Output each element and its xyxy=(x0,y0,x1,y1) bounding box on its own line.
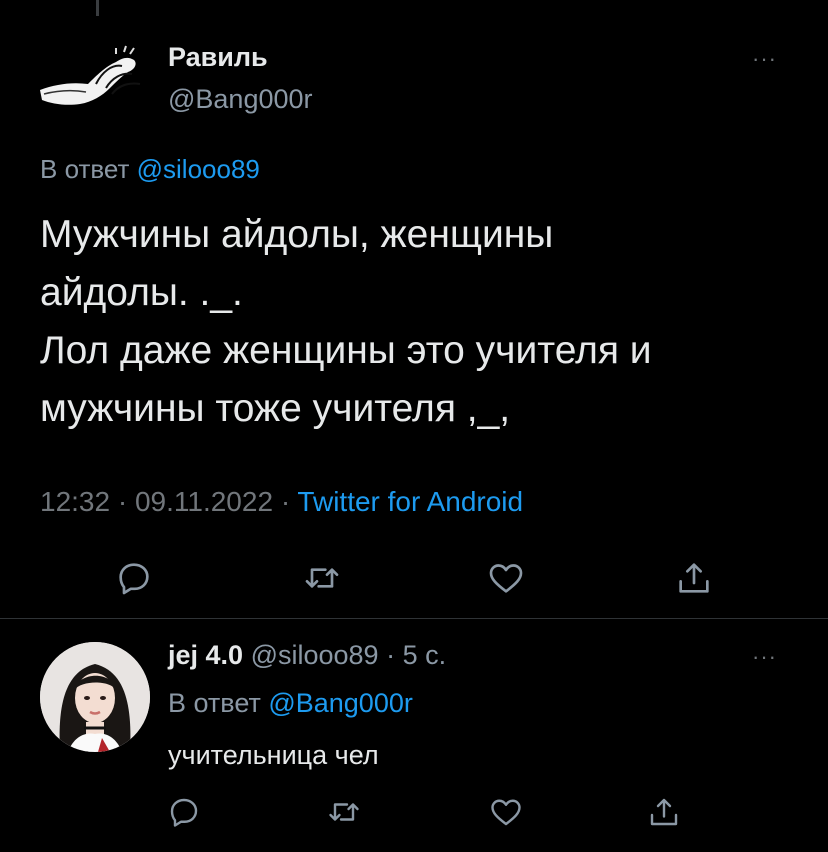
tweet-date[interactable]: 09.11.2022 xyxy=(135,486,273,517)
tweet-text-line: айдолы. ._. xyxy=(40,271,243,314)
replying-prefix: В ответ xyxy=(40,154,130,184)
reply-replying-to: В ответ @Bang000r xyxy=(168,688,413,719)
hands-avatar-icon xyxy=(40,45,141,105)
tweet-text-line: Мужчины айдолы, женщины xyxy=(40,213,554,256)
more-options-icon[interactable]: ··· xyxy=(752,46,777,72)
separator: · xyxy=(280,486,298,517)
share-icon[interactable] xyxy=(674,558,714,598)
reply-icon[interactable] xyxy=(166,794,202,830)
retweet-icon[interactable] xyxy=(326,794,362,830)
reply-author-avatar[interactable] xyxy=(40,642,150,752)
separator: · xyxy=(117,486,135,517)
tweet-text: Мужчины айдолы, женщины айдолы. ._. Лол … xyxy=(40,206,652,438)
author-handle[interactable]: @Bang000r xyxy=(168,84,313,115)
replying-to-link[interactable]: @Bang000r xyxy=(268,688,413,718)
replying-prefix: В ответ xyxy=(168,688,261,718)
retweet-icon[interactable] xyxy=(302,558,342,598)
author-name[interactable]: Равиль xyxy=(168,42,268,73)
tweet-text-line: Лол даже женщины это учителя и xyxy=(40,329,652,372)
separator: · xyxy=(386,640,396,670)
replying-to: В ответ @silooo89 xyxy=(40,154,260,185)
reply-actions xyxy=(0,790,828,834)
like-icon[interactable] xyxy=(488,794,524,830)
tweet-source[interactable]: Twitter for Android xyxy=(297,486,523,517)
reply-header: jej 4.0 @silooo89 · 5 с. xyxy=(168,640,446,671)
divider xyxy=(0,618,828,619)
tweet-text-line: мужчины тоже учителя ,_, xyxy=(40,387,511,430)
tweet-time[interactable]: 12:32 xyxy=(40,486,110,517)
share-icon[interactable] xyxy=(646,794,682,830)
tweet-metadata: 12:32 · 09.11.2022 · Twitter for Android xyxy=(40,486,523,518)
like-icon[interactable] xyxy=(486,558,526,598)
reply-author-name[interactable]: jej 4.0 xyxy=(168,640,243,670)
reply-author-handle[interactable]: @silooo89 xyxy=(251,640,379,670)
reply-text: учительница чел xyxy=(168,740,379,770)
portrait-avatar-icon xyxy=(40,642,150,752)
reply-more-options-icon[interactable]: ··· xyxy=(752,644,777,670)
reply-icon[interactable] xyxy=(114,558,154,598)
reply-time-ago[interactable]: 5 с. xyxy=(403,640,447,670)
thread-connector-line xyxy=(96,0,99,16)
author-avatar[interactable] xyxy=(36,44,154,118)
tweet-actions xyxy=(0,552,828,602)
replying-to-link[interactable]: @silooo89 xyxy=(137,154,260,184)
